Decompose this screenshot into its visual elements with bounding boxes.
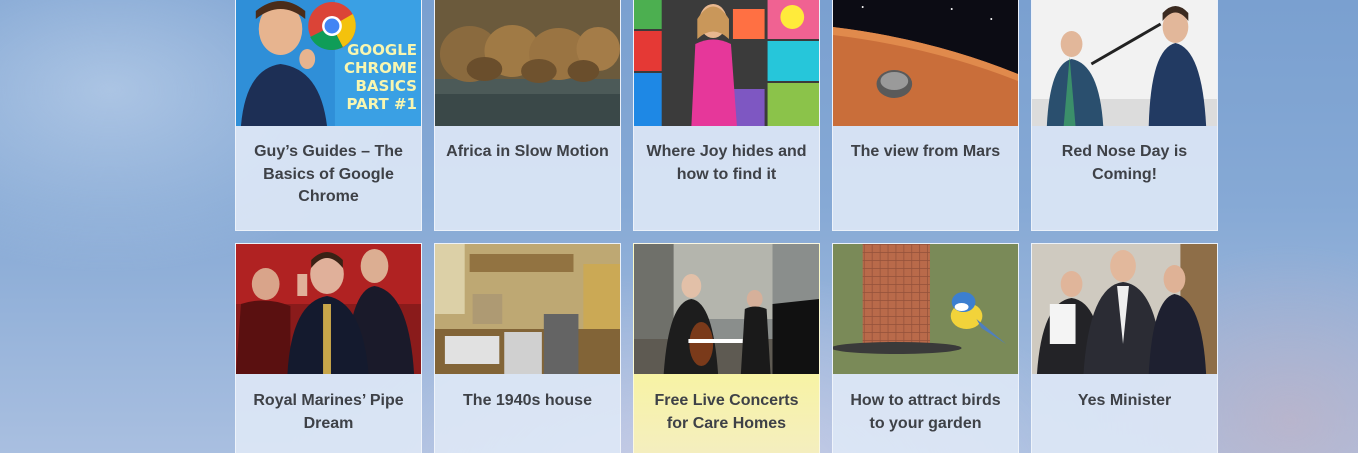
tile-title: Yes Minister	[1077, 392, 1172, 409]
vintage-kitchen-thumbnail	[435, 244, 620, 374]
mars-lander-thumbnail	[833, 0, 1018, 126]
video-tile-grid: GOOGLE CHROME BASICS PART #1 Guy’s Guide…	[235, 0, 1220, 453]
tile-title: How to attract birds to your garden	[850, 392, 1001, 432]
tile-title: Royal Marines’ Pipe Dream	[253, 392, 404, 432]
tile-title: Guy’s Guides – The Basics of Google Chro…	[254, 143, 403, 205]
lionesses-drinking-thumbnail	[435, 0, 620, 126]
video-tile-africa-slow-motion[interactable]: Africa in Slow Motion	[434, 0, 621, 231]
thumb-text-line-1: GOOGLE	[347, 41, 417, 59]
video-tile-free-live-concerts[interactable]: Free Live Concerts for Care Homes	[633, 243, 820, 453]
bird-feeder-blue-tit-thumbnail	[833, 244, 1018, 374]
cello-piano-concert-thumbnail	[634, 244, 819, 374]
joy-talk-thumbnail	[634, 0, 819, 126]
video-tile-guys-guides-chrome[interactable]: GOOGLE CHROME BASICS PART #1 Guy’s Guide…	[235, 0, 422, 231]
thumb-text-line-3: BASICS	[355, 77, 417, 95]
marine-on-phone-thumbnail	[236, 244, 421, 374]
video-tile-yes-minister[interactable]: Yes Minister	[1031, 243, 1218, 453]
video-tile-red-nose-day[interactable]: Red Nose Day is Coming!	[1031, 0, 1218, 231]
tile-title: Red Nose Day is Coming!	[1061, 143, 1188, 183]
three-men-in-suits-thumbnail	[1032, 244, 1217, 374]
video-tile-where-joy-hides[interactable]: Where Joy hides and how to find it	[633, 0, 820, 231]
video-tile-attract-birds[interactable]: How to attract birds to your garden	[832, 243, 1019, 453]
thumb-text-line-4: PART #1	[346, 95, 417, 113]
thumb-text-line-2: CHROME	[343, 59, 417, 77]
red-nose-day-thumbnail	[1032, 0, 1217, 126]
tile-title: The view from Mars	[850, 143, 1001, 160]
video-tile-view-from-mars[interactable]: The view from Mars	[832, 0, 1019, 231]
tile-title: Free Live Concerts for Care Homes	[654, 392, 799, 432]
video-tile-royal-marines[interactable]: Royal Marines’ Pipe Dream	[235, 243, 422, 453]
chrome-basics-thumbnail: GOOGLE CHROME BASICS PART #1	[236, 0, 421, 126]
tile-title: Where Joy hides and how to find it	[646, 143, 807, 183]
tile-title: Africa in Slow Motion	[446, 143, 609, 160]
tile-title: The 1940s house	[463, 392, 592, 409]
video-tile-1940s-house[interactable]: The 1940s house	[434, 243, 621, 453]
